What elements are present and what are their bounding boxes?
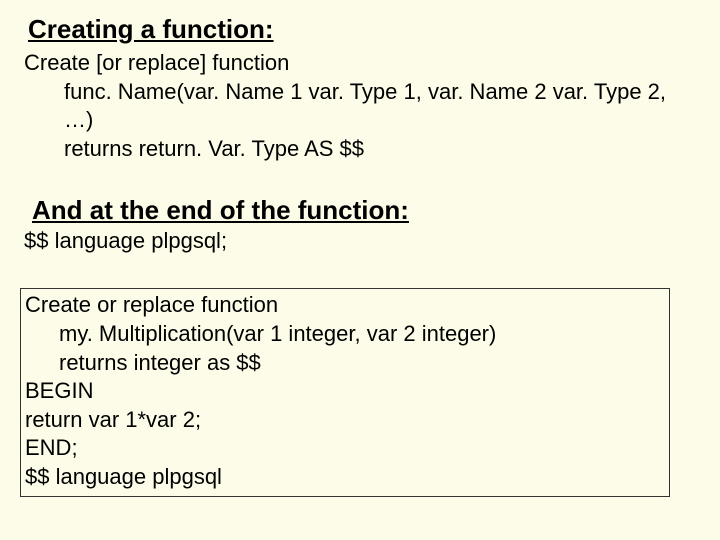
code-line-7: $$ language plpgsql xyxy=(25,463,665,492)
section1-heading: Creating a function: xyxy=(28,14,698,45)
code-line-6: END; xyxy=(25,434,665,463)
section1-line2: func. Name(var. Name 1 var. Type 1, var.… xyxy=(64,78,698,135)
section1-line3: returns return. Var. Type AS $$ xyxy=(64,135,698,164)
section2-line1: $$ language plpgsql; xyxy=(24,228,698,254)
code-example-box: Create or replace function my. Multiplic… xyxy=(20,288,670,496)
code-line-3: returns integer as $$ xyxy=(59,349,665,378)
section2-block: $$ language plpgsql; xyxy=(24,228,698,254)
code-line-4: BEGIN xyxy=(25,377,665,406)
section1-block: Create [or replace] function func. Name(… xyxy=(24,49,698,163)
section1-line1: Create [or replace] function xyxy=(24,49,698,78)
code-line-1: Create or replace function xyxy=(25,291,665,320)
code-line-2: my. Multiplication(var 1 integer, var 2 … xyxy=(59,320,665,349)
code-line-5: return var 1*var 2; xyxy=(25,406,665,435)
section2-heading: And at the end of the function: xyxy=(32,195,698,226)
